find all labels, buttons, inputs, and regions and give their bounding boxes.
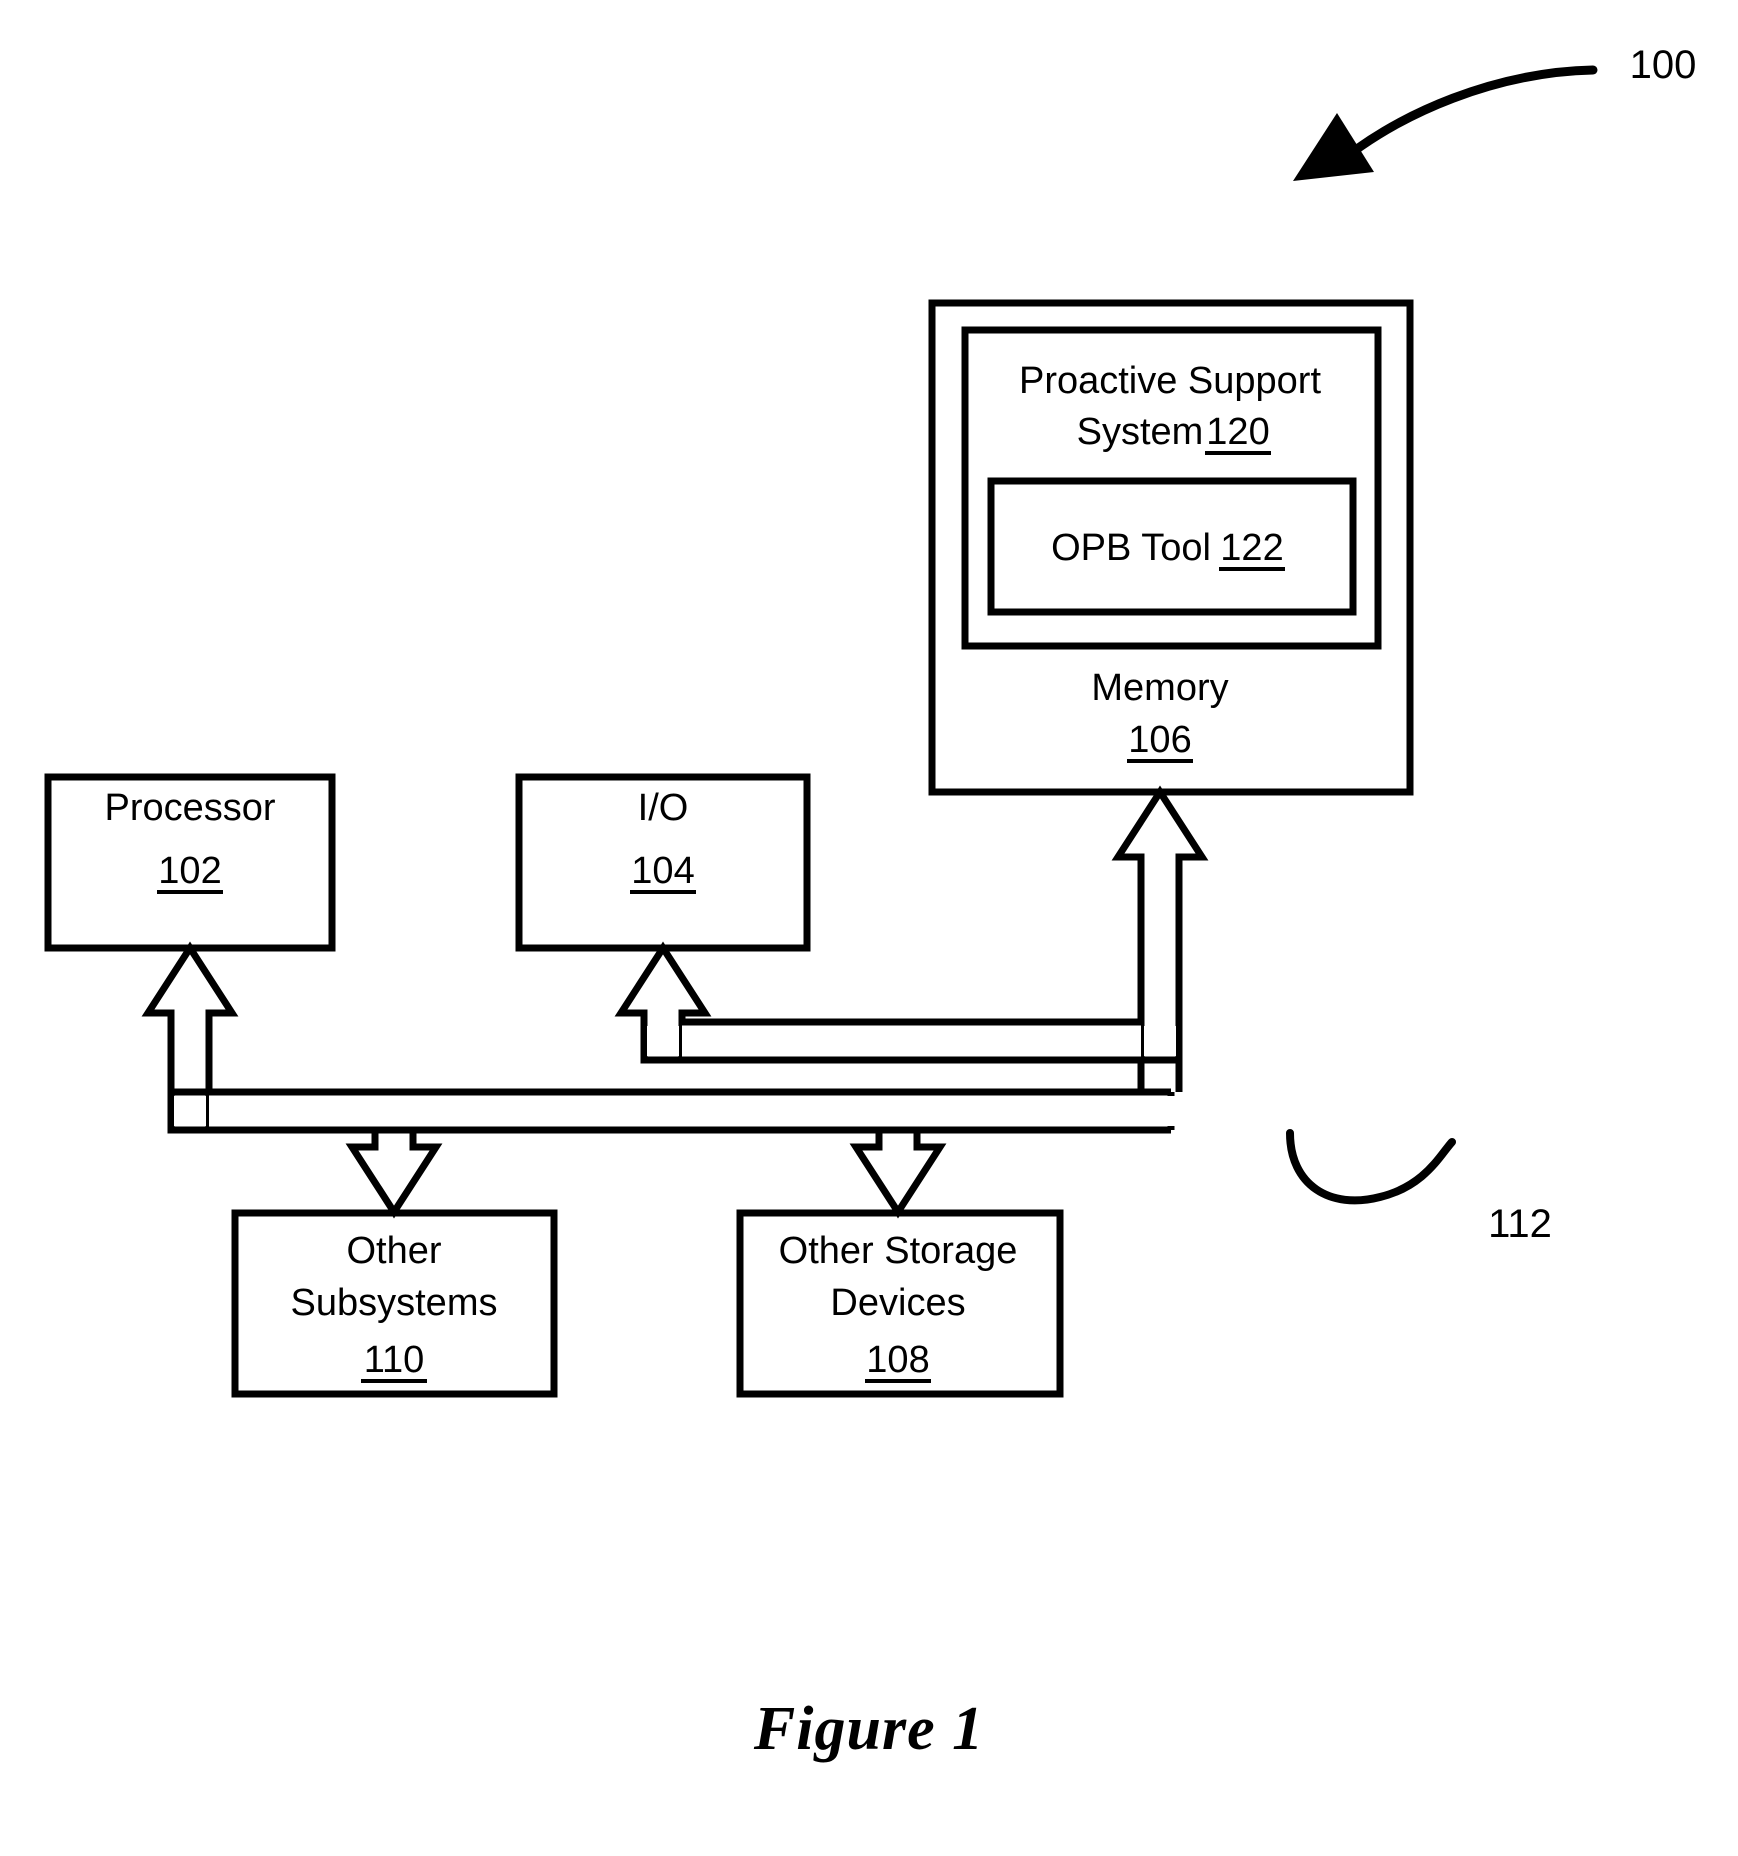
opb-tool-ref: 122 (1220, 527, 1283, 569)
opb-tool-label: OPB Tool (1051, 527, 1211, 569)
processor-ref-group: 102 (157, 850, 223, 894)
system-ref-leader (1293, 65, 1598, 181)
io-label: I/O (638, 787, 689, 829)
patent-figure: 100 Proactive Support System 120 OPB Too… (0, 0, 1738, 1856)
processor-ref: 102 (158, 850, 221, 892)
io-ref-group: 104 (630, 850, 696, 894)
proactive-support-system-label-line2-group: System 120 (1077, 411, 1271, 455)
other-storage-devices-label-line1: Other Storage (779, 1230, 1018, 1272)
io-ref: 104 (631, 850, 694, 892)
other-subsystems-ref-group: 110 (361, 1339, 427, 1383)
proactive-support-system-label-line1: Proactive Support (1019, 360, 1321, 402)
bus-ref-leader (1286, 1129, 1456, 1205)
memory-ref-group: 106 (1127, 719, 1193, 763)
other-subsystems-ref: 110 (364, 1339, 425, 1381)
bus-seam-patch-io (647, 1026, 679, 1056)
bus-seam-patch-memory-upper (1144, 1026, 1176, 1056)
other-subsystems-label-line1: Other (346, 1230, 441, 1272)
bus-seam-patch-processor (174, 1096, 206, 1126)
opb-tool-label-group: OPB Tool 122 (1051, 527, 1285, 571)
bus-seam-patch-memory (1144, 1096, 1176, 1126)
bus-seam-patch-subsystems (378, 1096, 410, 1126)
system-block-diagram: 100 Proactive Support System 120 OPB Too… (44, 43, 1697, 1398)
other-storage-devices-label-line2: Devices (830, 1282, 965, 1324)
other-storage-devices-ref-group: 108 (865, 1339, 931, 1383)
memory-ref: 106 (1128, 719, 1191, 761)
bus-arrow-to-other-subsystems (345, 1126, 443, 1219)
other-storage-devices-ref: 108 (866, 1339, 929, 1381)
proactive-support-system-ref: 120 (1206, 411, 1269, 453)
bus-seam-patch-storage (882, 1096, 914, 1126)
system-ref-number: 100 (1630, 43, 1697, 87)
bus-stem-memory-lower (1137, 1060, 1183, 1092)
figure-caption: Figure 1 (753, 1695, 985, 1763)
memory-label: Memory (1091, 667, 1228, 709)
bus-rail-lower-fill (209, 1095, 1171, 1127)
processor-label: Processor (104, 787, 275, 829)
bus-arrow-to-other-storage-devices (849, 1126, 947, 1219)
bus-rail-upper-fill (682, 1025, 1141, 1057)
other-subsystems-label-line2: Subsystems (291, 1282, 498, 1324)
bus-ref-number: 112 (1488, 1202, 1552, 1246)
proactive-support-system-label-line2: System (1077, 411, 1204, 453)
